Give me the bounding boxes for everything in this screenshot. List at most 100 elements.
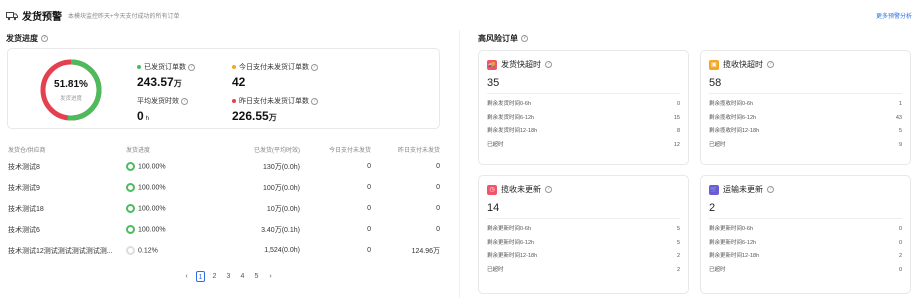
page-5-button[interactable]: 5 xyxy=(252,271,261,282)
risk-row-value: 2 xyxy=(898,253,902,259)
more-analysis-link[interactable]: 更多预警分析 xyxy=(876,11,912,20)
help-icon[interactable]: ? xyxy=(310,97,318,105)
col-today-unshipped[interactable]: 今日支付未发货 xyxy=(300,142,371,156)
risk-row-value: 0 xyxy=(676,101,680,107)
risk-row: 剩余揽收时间12-18h 5 xyxy=(709,125,902,139)
shipped-cell: 130万(0.0h) xyxy=(263,163,300,171)
col-yesterday-unshipped[interactable]: 昨日支付未发货 xyxy=(371,142,440,156)
help-icon[interactable]: ? xyxy=(545,186,552,193)
risk-section-title: 高风险订单 ? xyxy=(478,33,528,44)
prev-page-button[interactable]: ‹ xyxy=(182,271,191,282)
help-icon[interactable]: ? xyxy=(180,97,188,105)
progress-section-title: 发货进度 ? xyxy=(6,33,48,44)
col-warehouse[interactable]: 发货仓/供应商 xyxy=(8,142,126,156)
table-row[interactable]: 技术测试9 100.00% 100万(0.0h) 0 0 xyxy=(8,177,440,198)
risk-row: 剩余更新时间0-6h 5 xyxy=(487,223,680,237)
risk-card-divider xyxy=(487,218,680,219)
risk-card-count: 14 xyxy=(487,202,500,214)
yesterday-unshipped-cell: 0 xyxy=(436,205,440,212)
progress-ring xyxy=(40,59,102,121)
help-icon[interactable]: ? xyxy=(545,61,552,68)
avg-time-unit: h xyxy=(145,116,149,122)
progress-value: 100.00% xyxy=(138,184,166,192)
today-unshipped-value: 42 xyxy=(232,75,246,89)
col-progress[interactable]: 发货进度 xyxy=(126,142,216,156)
risk-card-rows: 剩余更新时间0-6h 5 剩余更新时间6-12h 5 剩余更新时间12-18h 2 已超时 2 xyxy=(487,223,680,277)
risk-row: 已超时 0 xyxy=(709,264,902,278)
progress-value: 100.00% xyxy=(138,205,166,213)
risk-row-value: 2 xyxy=(676,253,680,259)
help-icon[interactable]: ? xyxy=(41,35,48,42)
progress-ring-icon xyxy=(126,183,135,192)
risk-card-ship-timeout[interactable]: 🚚 发货快超时? 35 剩余发货时间0-6h 0 剩余发货时间6-12h 15 剩余发货时间1… xyxy=(478,50,689,165)
risk-row-value: 2 xyxy=(676,266,680,273)
shipped-cell: 100万(0.0h) xyxy=(263,184,300,192)
help-icon[interactable]: ? xyxy=(187,63,195,71)
progress-value: 100.00% xyxy=(138,163,166,171)
risk-row: 已超时 2 xyxy=(487,264,680,278)
yesterday-unshipped-cell: 124.96万 xyxy=(411,247,440,255)
warehouse-table: 发货仓/供应商 发货进度 已发货(平均时效) 今日支付未发货 昨日支付未发货 技… xyxy=(8,142,440,261)
stat-shipped: 已发货订单数 ? 243.57万 xyxy=(137,62,195,89)
table-row[interactable]: 技术测试6 100.00% 3.40万(0.1h) 0 0 xyxy=(8,219,440,240)
risk-card-rows: 剩余揽收时间0-6h 1 剩余揽收时间6-12h 43 剩余揽收时间12-18h 5 已超时… xyxy=(709,98,902,152)
risk-row-label: 已超时 xyxy=(487,141,504,148)
table-row[interactable]: 技术测试8 100.00% 130万(0.0h) 0 0 xyxy=(8,156,440,177)
risk-row-value: 0 xyxy=(898,266,902,273)
cart-icon: 🛒 xyxy=(709,184,719,195)
shipped-cell: 1,524(0.0h) xyxy=(264,247,300,254)
risk-row: 已超时 12 xyxy=(487,139,680,153)
page-3-button[interactable]: 3 xyxy=(224,271,233,282)
page-4-button[interactable]: 4 xyxy=(238,271,247,282)
risk-row-label: 剩余揽收时间6-12h xyxy=(709,114,757,121)
stat-avg-time: 平均发货时效 ? 0 h xyxy=(137,96,188,123)
risk-card-transport-not-updated[interactable]: 🛒 运输未更新? 2 剩余更新时间0-6h 0 剩余更新时间6-12h 0 剩余更新时间12-… xyxy=(700,175,911,294)
table-row[interactable]: 技术测试18 100.00% 10万(0.0h) 0 0 xyxy=(8,198,440,219)
risk-card-rows: 剩余更新时间0-6h 0 剩余更新时间6-12h 0 剩余更新时间12-18h 2 已超时 0 xyxy=(709,223,902,277)
risk-row-label: 剩余更新时间6-12h xyxy=(487,239,535,246)
yesterday-unshipped-label: 昨日支付未发货订单数 xyxy=(239,98,309,105)
warehouse-name: 技术测试6 xyxy=(8,226,40,234)
risk-row-value: 0 xyxy=(898,239,902,246)
progress-cell: 100.00% xyxy=(126,177,216,198)
risk-card-collect-not-updated[interactable]: ◷ 揽收未更新? 14 剩余更新时间0-6h 5 剩余更新时间6-12h 5 剩余更新时间12… xyxy=(478,175,689,294)
risk-row-label: 剩余更新时间12-18h xyxy=(487,253,538,259)
table-row[interactable]: 技术测试12测试测试测试测试测... 0.12% 1,524(0.0h) 0 124.9… xyxy=(8,240,440,261)
risk-card-divider xyxy=(709,93,902,94)
progress-summary-card: 51.81% 发货进度 已发货订单数 ? 243.57万 今日支付未发货订单数 … xyxy=(7,48,440,129)
progress-ring-icon xyxy=(126,162,135,171)
next-page-button[interactable]: › xyxy=(266,271,275,282)
green-dot xyxy=(137,65,141,70)
risk-row-value: 43 xyxy=(895,114,902,121)
page-2-button[interactable]: 2 xyxy=(210,271,219,282)
page-header: 发货预警 本模块监控昨天+今天支付成功的所有订单 xyxy=(6,8,180,23)
risk-row: 剩余发货时间0-6h 0 xyxy=(487,98,680,112)
risk-row-label: 剩余更新时间0-6h xyxy=(709,226,754,232)
truck-header-icon xyxy=(6,11,18,20)
risk-row-label: 剩余更新时间0-6h xyxy=(487,226,532,232)
risk-row: 剩余发货时间6-12h 15 xyxy=(487,112,680,126)
risk-row-label: 已超时 xyxy=(487,266,504,273)
yesterday-unshipped-value: 226.55 xyxy=(232,109,269,123)
risk-row-value: 5 xyxy=(676,239,680,246)
warehouse-name: 技术测试18 xyxy=(8,205,44,213)
risk-card-count: 2 xyxy=(709,202,716,214)
progress-title: 发货进度 xyxy=(6,34,38,43)
help-icon[interactable]: ? xyxy=(767,186,774,193)
col-shipped[interactable]: 已发货(平均时效) xyxy=(216,142,300,156)
risk-row-value: 1 xyxy=(898,101,902,107)
page-title: 发货预警 xyxy=(22,12,62,23)
risk-card-collect-timeout[interactable]: ▣ 揽收快超时? 58 剩余揽收时间0-6h 1 剩余揽收时间6-12h 43 剩余揽收时间1… xyxy=(700,50,911,165)
risk-row: 剩余更新时间6-12h 0 xyxy=(709,237,902,251)
risk-row: 剩余发货时间12-18h 8 xyxy=(487,125,680,139)
risk-row-label: 剩余更新时间12-18h xyxy=(709,253,760,259)
page-1-button[interactable]: 1 xyxy=(196,271,205,282)
progress-value: 0.12% xyxy=(138,247,158,255)
help-icon[interactable]: ? xyxy=(767,61,774,68)
help-icon[interactable]: ? xyxy=(521,35,528,42)
risk-row-label: 剩余发货时间6-12h xyxy=(487,114,535,121)
progress-ring-icon xyxy=(126,246,135,255)
help-icon[interactable]: ? xyxy=(310,63,318,71)
progress-ring-icon xyxy=(126,225,135,234)
shipped-cell: 3.40万(0.1h) xyxy=(261,226,300,234)
